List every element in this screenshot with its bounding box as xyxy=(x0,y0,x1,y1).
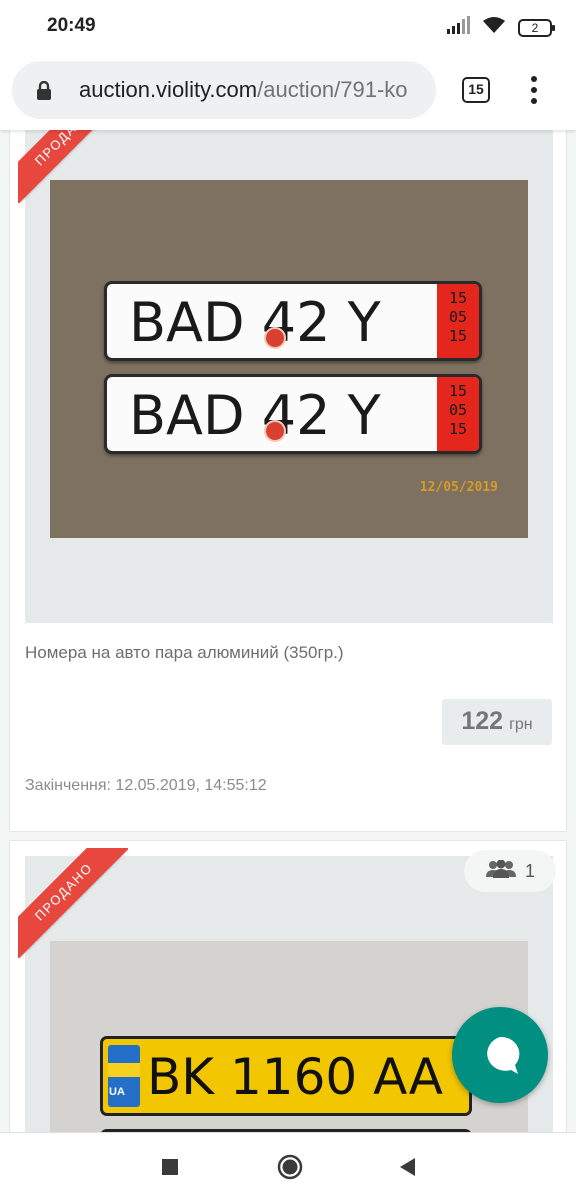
browser-toolbar: auction.violity.com/auction/791-ko 15 xyxy=(0,52,576,130)
sold-ribbon-label: ПРОДАНО xyxy=(18,848,128,958)
wifi-icon xyxy=(482,16,506,39)
chat-bubble-icon xyxy=(487,1036,520,1074)
plate-seal-icon xyxy=(264,327,286,349)
lot-card[interactable]: BAD 42 Y 15 05 15 BAD 42 Y 15 05 15 12/0… xyxy=(9,73,567,832)
status-icons: 2 xyxy=(446,16,555,39)
plate-date-line: 15 xyxy=(448,327,468,345)
overflow-menu-icon[interactable] xyxy=(522,74,546,106)
tab-switcher-button[interactable]: 15 xyxy=(462,77,490,103)
price-currency: грн xyxy=(509,716,533,733)
price-box: 122 грн xyxy=(442,699,552,745)
home-icon[interactable] xyxy=(276,1153,304,1181)
plate-number: BK 1160 AA xyxy=(147,1048,443,1106)
auction-end-date: Закінчення: 12.05.2019, 14:55:12 xyxy=(25,777,267,794)
plate-date-line: 05 xyxy=(448,308,468,326)
license-plate-image: BAD 42 Y 15 05 15 xyxy=(104,374,482,454)
lot-photo[interactable]: BAD 42 Y 15 05 15 BAD 42 Y 15 05 15 12/0… xyxy=(50,180,528,538)
plate-date-line: 15 xyxy=(448,420,468,438)
system-nav-bar xyxy=(0,1132,576,1200)
users-icon xyxy=(485,859,517,883)
plate-date-line: 15 xyxy=(448,382,468,400)
plate-number: BAD 42 Y xyxy=(129,291,381,354)
status-time: 20:49 xyxy=(47,15,96,36)
plate-number: BAD 42 Y xyxy=(129,384,381,447)
url-path: /auction/791-ko xyxy=(257,77,408,102)
recents-icon[interactable] xyxy=(156,1153,184,1181)
plate-date-sticker: 15 05 15 xyxy=(437,377,479,451)
chat-button[interactable] xyxy=(452,1007,548,1103)
plate-date-line: 15 xyxy=(448,289,468,307)
url-text: auction.violity.com/auction/791-ko xyxy=(79,77,408,103)
battery-icon: 2 xyxy=(518,18,555,37)
back-icon[interactable] xyxy=(394,1153,422,1181)
address-bar[interactable]: auction.violity.com/auction/791-ko xyxy=(12,61,436,119)
signal-icon xyxy=(446,16,470,39)
status-bar: 20:49 2 xyxy=(0,0,576,52)
plate-date-line: 05 xyxy=(448,401,468,419)
photo-date-stamp: 12/05/2019 xyxy=(419,480,498,495)
bidders-badge: 1 xyxy=(464,850,556,892)
bidders-count: 1 xyxy=(524,860,535,881)
license-plate-image: UA BK 1160 AA xyxy=(100,1036,472,1116)
license-plate-image: BAD 42 Y 15 05 15 xyxy=(104,281,482,361)
lot-title[interactable]: Номера на авто пара алюминий (350гр.) xyxy=(25,643,344,663)
price-value: 122 xyxy=(461,707,504,735)
plate-country-code: UA xyxy=(109,1086,125,1098)
plate-seal-icon xyxy=(264,420,286,442)
page: 20:49 2 auction.violity.com/auction/791-… xyxy=(0,0,576,1200)
sold-ribbon: ПРОДАНО xyxy=(18,848,128,958)
lock-icon xyxy=(36,80,52,106)
plate-date-sticker: 15 05 15 xyxy=(437,284,479,358)
url-host: auction.violity.com xyxy=(79,77,258,102)
